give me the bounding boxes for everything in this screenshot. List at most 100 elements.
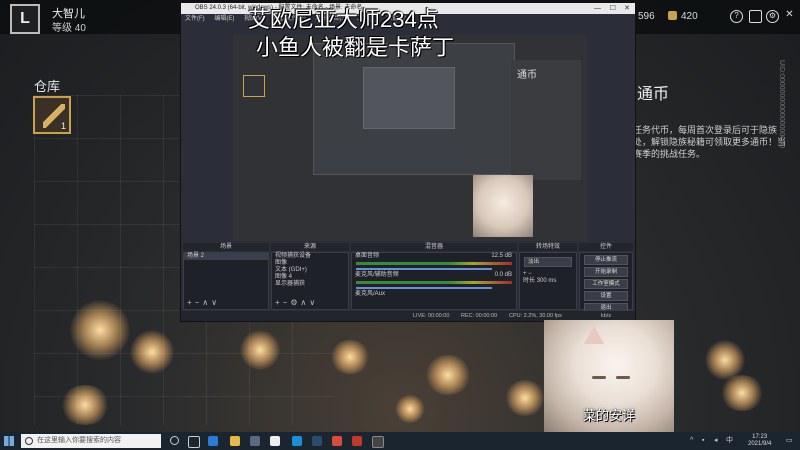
- obs-preview[interactable]: 通币: [233, 35, 587, 241]
- currency-detail-desc: 任务代币，每周首次登录后可于隐族处，解锁隐族秘籍可领取更多通币！当赛季的挑战任务…: [633, 125, 787, 159]
- currency-1: 596: [638, 11, 655, 22]
- notification-icon[interactable]: ▭: [786, 437, 794, 445]
- maximize-icon[interactable]: ☐: [610, 3, 616, 14]
- transitions-header: 转场特效: [519, 243, 577, 251]
- transitions-panel: 淡出 + − 时长 300 ms: [519, 252, 577, 310]
- bokeh-light: [505, 380, 545, 416]
- preview-nested-window-2: [363, 67, 455, 129]
- start-recording-button[interactable]: 开始录制: [584, 267, 628, 277]
- sources-header: 来源: [271, 243, 349, 251]
- scene-item[interactable]: 场景 2: [184, 253, 268, 260]
- source-item[interactable]: 文本 (GDI+): [272, 267, 348, 274]
- warehouse-title: 仓库: [34, 79, 61, 94]
- clock-time: 17:23: [752, 434, 768, 440]
- source-item[interactable]: 显示器捕获: [272, 281, 348, 288]
- cat-ear: [584, 326, 604, 344]
- duration-value[interactable]: 300 ms: [537, 278, 557, 284]
- track-name: 麦克风/辅助音频: [355, 272, 399, 278]
- stop-streaming-button[interactable]: 停止推流: [584, 255, 628, 265]
- volume-slider[interactable]: [356, 268, 492, 270]
- scenes-header: 场景: [183, 243, 269, 251]
- source-item[interactable]: 图像: [272, 260, 348, 267]
- help-icon[interactable]: ?: [730, 10, 743, 23]
- minimize-icon[interactable]: —: [594, 3, 601, 14]
- track-db: 0.0 dB: [494, 272, 512, 278]
- rec-time: REC: 00:00:00: [461, 313, 498, 319]
- chrome-icon[interactable]: [270, 436, 280, 446]
- track-name: 麦克风/Aux: [355, 291, 386, 297]
- menu-edit[interactable]: 编辑(E): [214, 16, 234, 22]
- item-count: 1: [60, 121, 66, 131]
- mixer-track: 麦克风/Aux: [352, 291, 516, 298]
- mixer-track: 麦克风/辅助音频 0.0 dB: [352, 272, 516, 279]
- network-icon[interactable]: ▪: [702, 437, 710, 445]
- taskbar-search-box[interactable]: 在这里输入你要搜索的内容: [21, 434, 161, 448]
- windows-start-icon[interactable]: [4, 436, 14, 446]
- transition-buttons[interactable]: + −: [520, 271, 576, 278]
- steam-app-icon[interactable]: [312, 436, 322, 446]
- stream-overlay-line2: 小鱼人被翻是卡萨丁: [256, 35, 455, 60]
- bokeh-light: [705, 340, 745, 380]
- source-item[interactable]: 视频捕获设备: [272, 253, 348, 260]
- close-icon[interactable]: ✕: [783, 10, 796, 23]
- coin-icon: [668, 11, 677, 20]
- preview-side-panel: 通币: [511, 60, 581, 180]
- taskbar-clock[interactable]: 17:23 2021/9/4: [748, 434, 771, 448]
- source-panel-buttons[interactable]: +−⚙∧∨: [275, 298, 318, 307]
- scenes-panel: 场景 2 +−∧∨: [183, 252, 269, 310]
- explorer-icon[interactable]: [230, 436, 240, 446]
- settings-icon[interactable]: ⚙: [766, 10, 779, 23]
- mixer-header: 混音器: [351, 243, 517, 251]
- track-name: 桌面音频: [355, 253, 380, 259]
- search-placeholder: 在这里输入你要搜索的内容: [37, 437, 121, 444]
- windows-taskbar: 在这里输入你要搜索的内容 ^ ▪ ◂ 中 17:23 2021/9/4 ▭: [0, 432, 800, 450]
- transition-select[interactable]: 淡出: [524, 257, 572, 267]
- bokeh-light: [720, 375, 764, 411]
- search-icon: [25, 437, 33, 445]
- bokeh-light: [425, 355, 471, 395]
- app-icon[interactable]: [332, 436, 342, 446]
- volume-icon[interactable]: ◂: [714, 437, 722, 445]
- settings-button[interactable]: 设置: [584, 291, 628, 301]
- bokeh-light: [330, 340, 370, 374]
- currency-2-value: 420: [681, 11, 698, 22]
- live-time: LIVE: 00:00:00: [413, 313, 450, 319]
- currency-2: 420: [668, 11, 698, 22]
- duration-label: 时长: [523, 278, 536, 284]
- app-icon[interactable]: [352, 436, 362, 446]
- bokeh-light: [395, 395, 425, 423]
- cat-eye: [592, 376, 606, 379]
- player-level: 等级 40: [52, 23, 86, 34]
- cat-webcam-overlay: 菜的安详: [544, 320, 674, 432]
- currency-detail-title: 通币: [637, 86, 670, 103]
- steam-icon[interactable]: [250, 436, 260, 446]
- volume-meter: [356, 262, 512, 265]
- cortana-icon[interactable]: [170, 436, 179, 445]
- close-window-icon[interactable]: ✕: [624, 3, 630, 14]
- mail-icon[interactable]: [749, 10, 762, 23]
- task-view-icon[interactable]: [188, 436, 200, 448]
- cat-eye: [616, 376, 630, 379]
- studio-mode-button[interactable]: 工作室模式: [584, 279, 628, 289]
- preview-side-title: 通币: [517, 70, 537, 81]
- preview-warehouse-slot: [243, 75, 265, 97]
- clock-date: 2021/9/4: [748, 441, 772, 447]
- app-icon[interactable]: [292, 436, 302, 446]
- warehouse-item-slot[interactable]: 1: [33, 96, 71, 134]
- volume-slider[interactable]: [356, 287, 492, 289]
- volume-meter: [356, 281, 512, 284]
- menu-file[interactable]: 文件(F): [185, 16, 205, 22]
- edge-icon[interactable]: [208, 436, 218, 446]
- mixer-track: 桌面音频 12.5 dB: [352, 253, 516, 260]
- source-item[interactable]: 图像 4: [272, 274, 348, 281]
- preview-cat-image: [473, 175, 533, 237]
- side-vertical-text: UID:0000000000000000000: [778, 60, 785, 148]
- tray-chevron-icon[interactable]: ^: [690, 437, 698, 445]
- mixer-panel: 桌面音频 12.5 dB 麦克风/辅助音频 0.0 dB 麦克风/Aux: [351, 252, 517, 310]
- ime-icon[interactable]: 中: [726, 437, 734, 445]
- obs-app-icon[interactable]: [372, 436, 384, 448]
- cat-caption: 菜的安详: [582, 408, 635, 423]
- scene-panel-buttons[interactable]: +−∧∨: [187, 298, 220, 307]
- game-logo-icon: L: [10, 4, 40, 34]
- transition-duration-row: 时长 300 ms: [520, 278, 576, 285]
